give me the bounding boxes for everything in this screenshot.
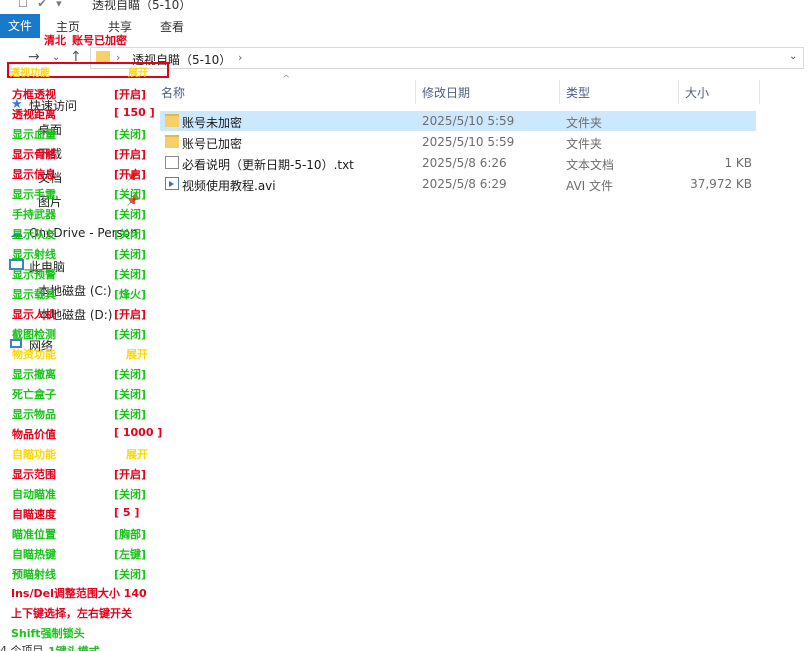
overlay-item-label: 透视距离 bbox=[12, 108, 56, 121]
overlay-item-value: [关闭] bbox=[114, 408, 147, 421]
tab-view[interactable]: 查看 bbox=[160, 18, 184, 35]
overlay-item-label: 自瞄速度 bbox=[12, 508, 56, 521]
overlay-item-label: 显示人机 bbox=[12, 308, 56, 321]
overlay-item-label: 显示范围 bbox=[12, 468, 56, 481]
overlay-item-value: [ 1000 ] bbox=[114, 426, 163, 439]
overlay-item-value: [开启] bbox=[114, 148, 147, 161]
file-row[interactable]: 账号未加密 2025/5/10 5:59 文件夹 bbox=[160, 111, 756, 131]
file-date: 2025/5/10 5:59 bbox=[422, 135, 515, 149]
overlay-item-label: 显示骨骼 bbox=[12, 148, 56, 161]
overlay-item-value: [胸部] bbox=[114, 528, 147, 541]
overlay-item-value: [关闭] bbox=[114, 388, 147, 401]
overlay-item-label: 死亡盒子 bbox=[12, 388, 56, 401]
overlay-item-label: 显示射线 bbox=[12, 248, 56, 261]
overlay-item-value: [烽火] bbox=[114, 288, 147, 301]
overlay-item-value: 展开 bbox=[126, 348, 148, 361]
overlay-item-value: [关闭] bbox=[114, 248, 147, 261]
column-divider[interactable] bbox=[415, 80, 416, 104]
tab-file[interactable]: 文件 bbox=[0, 14, 40, 38]
status-item-count: 4 个项目 bbox=[0, 644, 44, 651]
overlay-item-label: 显示物品 bbox=[12, 408, 56, 421]
file-type: 文件夹 bbox=[566, 116, 603, 130]
file-name: 必看说明（更新日期-5-10）.txt bbox=[182, 158, 354, 172]
overlay-item-label: 方框透视 bbox=[12, 88, 56, 101]
file-type: AVI 文件 bbox=[566, 179, 614, 193]
overlay-box-label: 透视功能 bbox=[10, 68, 50, 79]
file-name: 账号已加密 bbox=[182, 137, 243, 151]
file-type: 文本文档 bbox=[566, 158, 615, 172]
overlay-item-value: [关闭] bbox=[114, 268, 147, 281]
file-date: 2025/5/8 6:29 bbox=[422, 177, 507, 191]
file-type: 文件夹 bbox=[566, 137, 603, 151]
overlay-item-label: 手持武器 bbox=[12, 208, 56, 221]
file-name: 账号未加密 bbox=[182, 116, 243, 130]
column-divider[interactable] bbox=[759, 80, 760, 104]
text-file-icon bbox=[165, 156, 179, 169]
overlay-item-label: 自瞄功能 bbox=[12, 448, 56, 461]
overlay-item-label: 瞄准位置 bbox=[12, 528, 56, 541]
overlay-footer-line: 1键头模式 bbox=[48, 643, 100, 651]
column-size[interactable]: 大小 bbox=[685, 84, 709, 101]
overlay-item-label: 显示血量 bbox=[12, 128, 56, 141]
file-date: 2025/5/8 6:26 bbox=[422, 156, 507, 170]
overlay-item-label: 自瞄热键 bbox=[12, 548, 56, 561]
file-row[interactable]: 账号已加密 2025/5/10 5:59 文件夹 bbox=[160, 132, 756, 152]
overlay-item-value: [开启] bbox=[114, 168, 147, 181]
overlay-item-label: 显示信息 bbox=[12, 168, 56, 181]
folder-icon bbox=[96, 51, 110, 62]
overlay-item-value: [关闭] bbox=[114, 128, 147, 141]
overlay-item-value: [关闭] bbox=[114, 188, 147, 201]
column-date[interactable]: 修改日期 bbox=[422, 84, 470, 101]
file-size: 37,972 KB bbox=[690, 177, 752, 191]
file-row[interactable]: 视频使用教程.avi 2025/5/8 6:29 AVI 文件 37,972 K… bbox=[160, 174, 756, 194]
sort-up-icon: ^ bbox=[282, 74, 291, 85]
overlay-footer-line: Shift强制锁头 bbox=[11, 627, 85, 640]
column-type[interactable]: 类型 bbox=[566, 84, 590, 101]
column-name[interactable]: 名称 bbox=[161, 84, 185, 101]
overlay-item-label: 预瞄射线 bbox=[12, 568, 56, 581]
video-file-icon bbox=[165, 177, 179, 190]
quick-access-toolbar-icons[interactable]: ☐ ✔ ▾ bbox=[18, 0, 65, 10]
column-divider[interactable] bbox=[678, 80, 679, 104]
overlay-item-value: [关闭] bbox=[114, 328, 147, 341]
overlay-item-value: [关闭] bbox=[114, 208, 147, 221]
column-divider[interactable] bbox=[559, 80, 560, 104]
window-title: 透视自瞄（5-10） bbox=[92, 0, 192, 12]
overlay-item-label: 自动瞄准 bbox=[12, 488, 56, 501]
overlay-item-value: [左键] bbox=[114, 548, 147, 561]
breadcrumb-separator-icon[interactable]: › bbox=[238, 51, 242, 64]
overlay-item-label: 显示手雷 bbox=[12, 188, 56, 201]
overlay-item-label: 物品价值 bbox=[12, 428, 56, 441]
file-row[interactable]: 必看说明（更新日期-5-10）.txt 2025/5/8 6:26 文本文档 1… bbox=[160, 153, 756, 173]
file-size: 1 KB bbox=[724, 156, 752, 170]
overlay-item-value: [开启] bbox=[114, 468, 147, 481]
file-name: 视频使用教程.avi bbox=[182, 179, 276, 193]
overlay-item-value: [关闭] bbox=[114, 488, 147, 501]
file-date: 2025/5/10 5:59 bbox=[422, 114, 515, 128]
overlay-item-label: 显示撤离 bbox=[12, 368, 56, 381]
overlay-item-label: 显示队友 bbox=[12, 228, 56, 241]
overlay-item-value: 展开 bbox=[126, 448, 148, 461]
overlay-item-value: [ 5 ] bbox=[114, 506, 140, 519]
overlay-item-value: [开启] bbox=[114, 88, 147, 101]
overlay-item-value: [关闭] bbox=[114, 368, 147, 381]
explorer-window: ☐ ✔ ▾ 透视自瞄（5-10） 文件 主页 共享 查看 → ⌄ ↑ › 透视自… bbox=[0, 0, 809, 651]
folder-icon bbox=[165, 135, 179, 148]
address-dropdown-icon[interactable]: ⌄ bbox=[789, 51, 797, 62]
folder-icon bbox=[165, 114, 179, 127]
overlay-item-value: [关闭] bbox=[114, 228, 147, 241]
overlay-item-value: [关闭] bbox=[114, 568, 147, 581]
overlay-box-value: 展开 bbox=[128, 68, 148, 79]
overlay-item-value: [开启] bbox=[114, 308, 147, 321]
overlay-footer-line: Ins/Del调整范围大小 140 bbox=[11, 587, 147, 600]
overlay-item-label: 截图检测 bbox=[12, 328, 56, 341]
overlay-header-left: 清北 bbox=[44, 34, 66, 47]
overlay-item-label: 物资功能 bbox=[12, 348, 56, 361]
overlay-item-value: [ 150 ] bbox=[114, 106, 155, 119]
overlay-item-label: 显示预警 bbox=[12, 268, 56, 281]
overlay-footer-line: 上下键选择，左右键开关 bbox=[11, 607, 132, 620]
overlay-header-right: 账号已加密 bbox=[72, 34, 127, 47]
overlay-item-label: 显示载具 bbox=[12, 288, 56, 301]
